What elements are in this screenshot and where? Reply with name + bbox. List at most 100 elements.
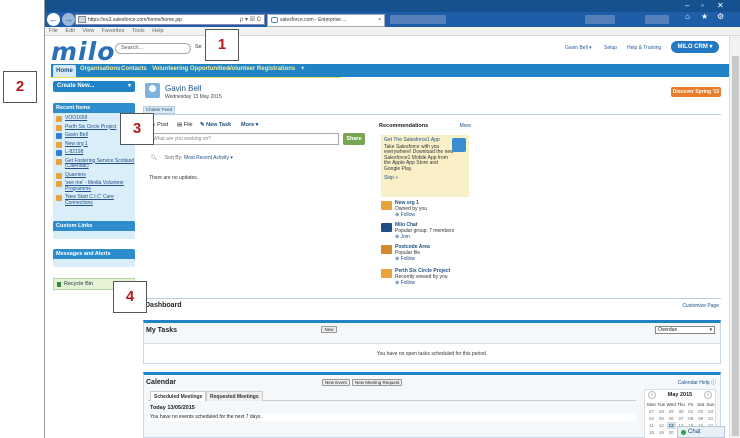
- tab-volunteer-registrations[interactable]: Volunteer Registrations: [228, 66, 295, 72]
- calendar-day[interactable]: 28: [657, 408, 666, 415]
- add-tab-button[interactable]: +: [301, 66, 305, 72]
- share-input[interactable]: What are you working on?: [149, 133, 339, 145]
- scrollbar[interactable]: [729, 36, 740, 438]
- menu-tools[interactable]: Tools: [132, 28, 145, 34]
- user-menu[interactable]: Gavin Bell ▾: [565, 45, 592, 51]
- new-meeting-request-button[interactable]: New Meeting Request: [352, 379, 403, 386]
- minimize-icon[interactable]: –: [685, 1, 689, 10]
- recent-items-title: Recent Items: [53, 103, 135, 113]
- calendar-day[interactable]: 20: [667, 429, 676, 436]
- follow-link[interactable]: ⊕ Join: [395, 234, 469, 241]
- salesforce-favicon-icon: [271, 17, 278, 23]
- tab-contacts[interactable]: Contacts: [121, 66, 147, 72]
- home-icon[interactable]: ⌂: [685, 12, 690, 21]
- create-new-button[interactable]: Create New... ▾: [53, 81, 135, 92]
- new-event-button[interactable]: New Event: [322, 379, 350, 386]
- gear-icon[interactable]: ⚙: [717, 12, 724, 21]
- menu-view[interactable]: View: [82, 28, 94, 34]
- menu-edit[interactable]: Edit: [65, 28, 74, 34]
- calendar-day[interactable]: 29: [667, 408, 676, 415]
- calendar-day[interactable]: 05: [657, 415, 666, 422]
- recommendations-more-link[interactable]: More: [460, 123, 471, 129]
- menu-file[interactable]: File: [49, 28, 58, 34]
- file-action[interactable]: ▤ File: [177, 122, 193, 128]
- calendar-day[interactable]: 13: [666, 422, 676, 429]
- milo-logo[interactable]: milo: [51, 37, 115, 66]
- new-task-action[interactable]: ✎ New Task: [200, 122, 231, 128]
- follow-link[interactable]: ⊕ Follow: [395, 256, 469, 263]
- calendar-day[interactable]: 08: [686, 415, 695, 422]
- follow-link[interactable]: ⊕ Follow: [395, 280, 469, 287]
- recent-item[interactable]: L-82198: [53, 149, 135, 156]
- calendar-day[interactable]: 11: [647, 422, 656, 429]
- more-actions[interactable]: More ▾: [241, 122, 258, 128]
- tab-close-icon[interactable]: ×: [378, 15, 381, 26]
- page-body: Create New... ▾ Recent Items VOO1658 Pert…: [51, 78, 740, 438]
- sort-control[interactable]: 🔍︎ Sort By: Most Recent Activity ▾: [151, 155, 233, 161]
- tab-volunteering-opportunities[interactable]: Volunteering Opportunities: [152, 66, 229, 72]
- forward-icon[interactable]: →: [62, 13, 75, 26]
- user-name[interactable]: Gavin Bell: [165, 84, 201, 93]
- share-button[interactable]: Share: [343, 133, 365, 145]
- skip-link[interactable]: Skip »: [384, 175, 466, 182]
- calendar-day[interactable]: 06: [667, 415, 676, 422]
- browser-tab-salesforce[interactable]: salesforce.com - Enterprise ... ×: [267, 14, 385, 27]
- browser-tab-blurred[interactable]: [390, 15, 446, 24]
- address-bar[interactable]: https://eu3.salesforce.com/home/home.jsp…: [75, 14, 265, 25]
- calendar-day[interactable]: 04: [647, 415, 656, 422]
- calendar-day[interactable]: 10: [706, 415, 715, 422]
- app-switcher-button[interactable]: MILO CRM ▾: [671, 41, 719, 53]
- calendar-day[interactable]: 01: [686, 408, 695, 415]
- discover-spring-button[interactable]: Discover Spring '15: [671, 87, 721, 97]
- title-bar: – ▫ ✕: [45, 0, 740, 12]
- search-icon[interactable]: 🔍︎: [151, 155, 159, 161]
- recent-item[interactable]: 'New Start C.I.C' Care Connections: [53, 194, 135, 206]
- tab-home[interactable]: Home: [53, 65, 76, 77]
- calendar-section: Calendar New Event New Meeting Request C…: [143, 372, 721, 438]
- promo-title[interactable]: Get The Salesforce1 App: [384, 137, 448, 144]
- sort-select[interactable]: Most Recent Activity ▾: [184, 155, 233, 161]
- tab-scheduled-meetings[interactable]: Scheduled Meetings: [150, 391, 207, 401]
- browser-tab-blurred[interactable]: [645, 15, 669, 24]
- task-filter-select[interactable]: Overdue ▾: [655, 326, 715, 334]
- calendar-day[interactable]: 12: [657, 422, 666, 429]
- no-events-message: You have no events scheduled for the nex…: [148, 413, 636, 421]
- browser-tab-blurred[interactable]: [585, 15, 615, 24]
- calendar-help-link[interactable]: Calendar Help ⓘ: [678, 379, 716, 386]
- chat-button[interactable]: Chat: [677, 426, 725, 438]
- calendar-day[interactable]: 30: [676, 408, 685, 415]
- calendar-day[interactable]: 09: [696, 415, 705, 422]
- back-icon[interactable]: ←: [47, 13, 60, 26]
- weekday-label: Mon: [647, 402, 656, 407]
- new-task-button[interactable]: New: [321, 326, 337, 333]
- recent-item[interactable]: Get Fostering Service Scotland (Calendar…: [53, 158, 135, 170]
- next-month-icon[interactable]: ›: [704, 391, 712, 399]
- avatar[interactable]: [145, 83, 160, 98]
- close-icon[interactable]: ✕: [717, 1, 724, 10]
- recent-item[interactable]: Quarriers: [53, 172, 135, 179]
- tab-requested-meetings[interactable]: Requested Meetings: [206, 391, 263, 401]
- help-link[interactable]: Help & Training: [627, 45, 661, 51]
- customize-page-link[interactable]: Customize Page: [682, 303, 719, 309]
- calendar-week-row: 27 28 29 30 01 02 03: [647, 408, 715, 415]
- calendar-day[interactable]: 18: [647, 429, 656, 436]
- calendar-day[interactable]: 02: [696, 408, 705, 415]
- calendar-day[interactable]: 07: [676, 415, 685, 422]
- search-input[interactable]: Search...: [115, 43, 191, 54]
- calendar-day[interactable]: 19: [657, 429, 666, 436]
- salesforce1-promo-card: Get The Salesforce1 App Take Salesforce …: [381, 135, 469, 197]
- star-icon[interactable]: ★: [701, 12, 708, 21]
- tab-organisations[interactable]: Organisations: [80, 66, 120, 72]
- setup-link[interactable]: Setup: [604, 45, 617, 51]
- search-button[interactable]: Se: [195, 44, 202, 50]
- scrollbar-thumb[interactable]: [732, 56, 739, 436]
- prev-month-icon[interactable]: ‹: [648, 391, 656, 399]
- recent-item[interactable]: 'see me' - Media Volunteer Programme: [53, 180, 135, 192]
- menu-favorites[interactable]: Favorites: [102, 28, 125, 34]
- menu-help[interactable]: Help: [152, 28, 163, 34]
- address-tools[interactable]: ρ ▾ ☒ C: [240, 15, 261, 25]
- calendar-day[interactable]: 27: [647, 408, 656, 415]
- calendar-day[interactable]: 03: [706, 408, 715, 415]
- follow-link[interactable]: ⊕ Follow: [395, 212, 469, 219]
- maximize-icon[interactable]: ▫: [701, 1, 704, 10]
